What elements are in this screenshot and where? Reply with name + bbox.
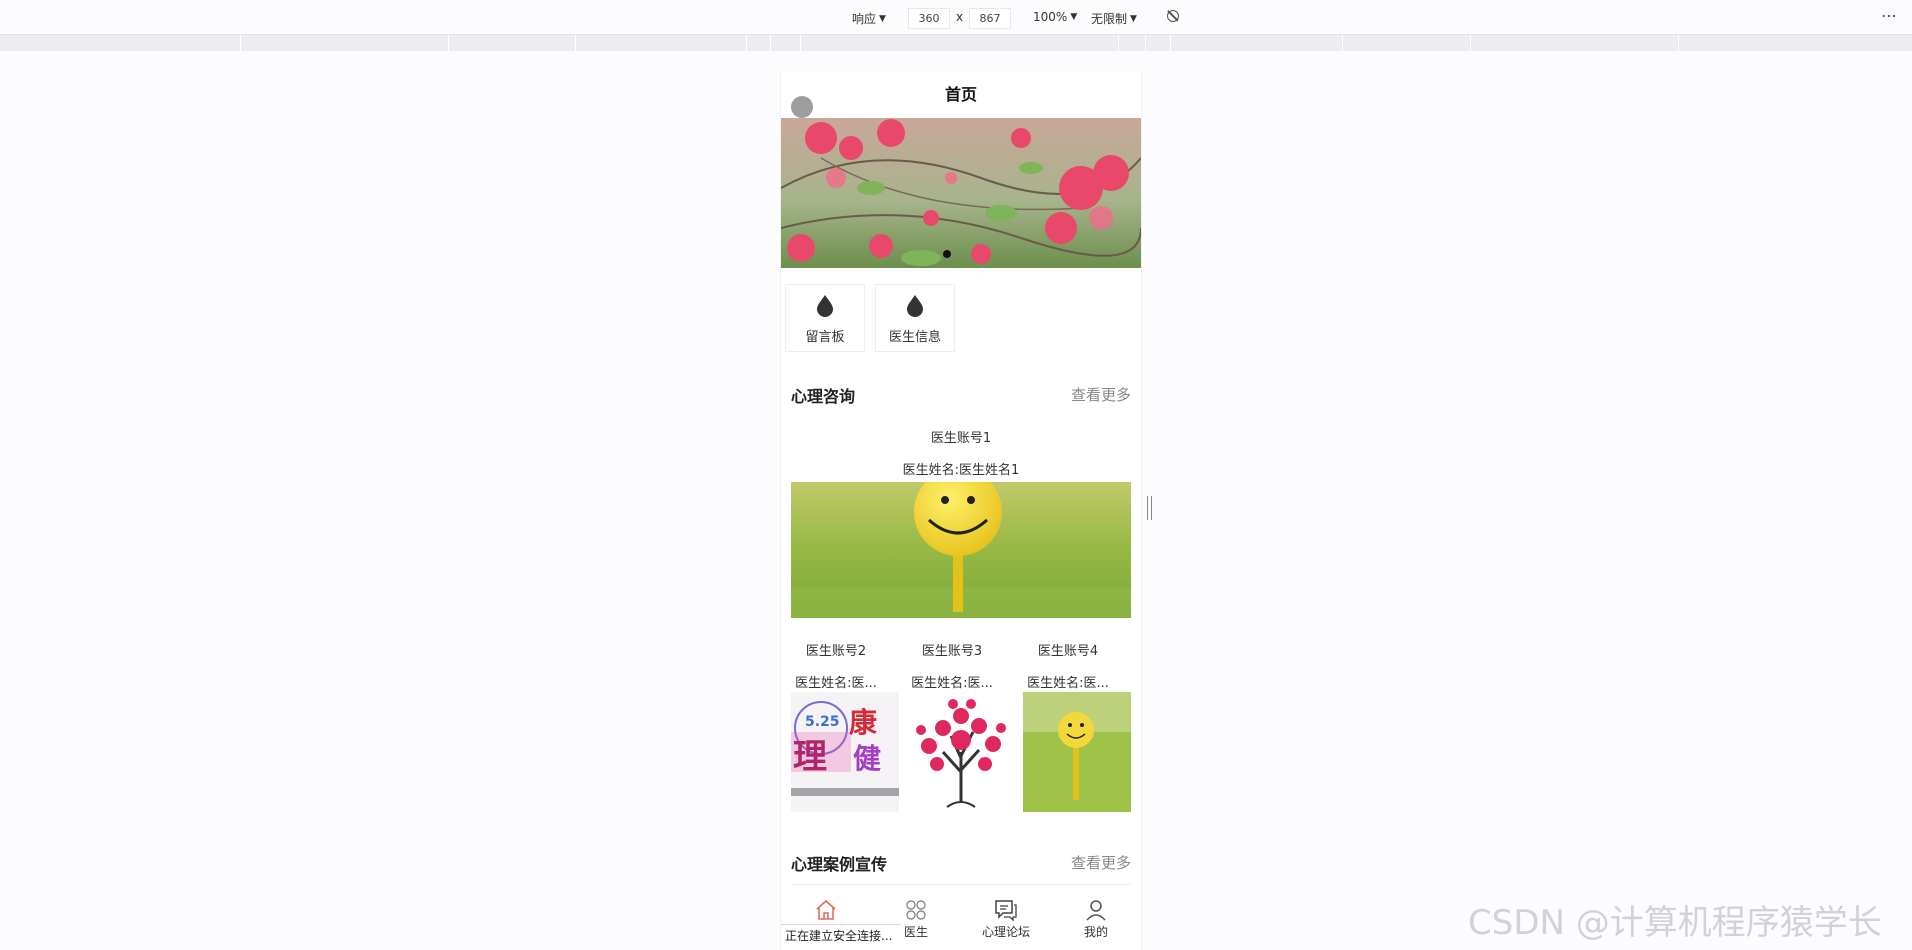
svg-text:健: 健 bbox=[853, 742, 881, 775]
doctor-name[interactable]: 医生姓名:医... bbox=[781, 672, 891, 691]
page-title: 首页 bbox=[944, 85, 977, 104]
tab-label: 心理论坛 bbox=[981, 925, 1030, 939]
section-title: 心理咨询 bbox=[791, 387, 856, 406]
home-icon bbox=[816, 899, 836, 920]
tab-forum[interactable]: 心理论坛 bbox=[961, 890, 1051, 942]
width-input[interactable]: 360 bbox=[908, 8, 950, 29]
svg-text:5.25: 5.25 bbox=[805, 714, 840, 730]
doctor-account[interactable]: 医生账号1 bbox=[781, 427, 1141, 446]
user-icon bbox=[1086, 900, 1106, 921]
menu-item-label: 留言板 bbox=[805, 330, 845, 345]
featured-doctor-image[interactable] bbox=[791, 482, 1131, 618]
device-viewport: 首页 留言板 医生信息 心理咨询 查看更多 医生账号1 医生姓名:医生姓名1 医… bbox=[780, 72, 1142, 950]
view-more-link[interactable]: 查看更多 bbox=[1071, 852, 1131, 873]
carousel-indicator[interactable] bbox=[943, 250, 951, 258]
svg-text:理: 理 bbox=[793, 737, 827, 777]
chevron-down-icon: ▼ bbox=[879, 13, 886, 24]
tab-label: 我的 bbox=[1083, 925, 1108, 939]
height-input[interactable]: 867 bbox=[969, 8, 1011, 29]
section-title: 心理案例宣传 bbox=[791, 855, 888, 874]
svg-text:康: 康 bbox=[849, 706, 878, 739]
more-options-icon[interactable]: ⋯ bbox=[1881, 6, 1898, 25]
throttle-label: 无限制 bbox=[1091, 12, 1128, 26]
doctor-account[interactable]: 医生账号2 bbox=[781, 640, 891, 659]
responsive-dropdown[interactable]: 响应 ▼ bbox=[852, 10, 886, 27]
zoom-label: 100% bbox=[1033, 10, 1068, 24]
heart-tree-image[interactable] bbox=[907, 692, 1015, 812]
drop-icon bbox=[907, 295, 923, 317]
chevron-down-icon: ▼ bbox=[1130, 13, 1137, 24]
smiley-golf-ball-image[interactable] bbox=[1023, 692, 1131, 812]
banner-image[interactable] bbox=[781, 118, 1141, 268]
rotate-icon[interactable] bbox=[1167, 10, 1179, 22]
throttle-dropdown[interactable]: 无限制 ▼ bbox=[1091, 10, 1137, 27]
media-query-ruler bbox=[0, 35, 1912, 51]
chevron-down-icon: ▼ bbox=[1070, 12, 1078, 22]
mental-health-poster-image[interactable]: 5.25 理 康 健 bbox=[791, 692, 899, 812]
responsive-label: 响应 bbox=[852, 12, 877, 26]
device-toolbar: 响应 ▼ 360 x 867 100% ▼ 无限制 ▼ ⋯ bbox=[0, 0, 1912, 35]
drop-icon bbox=[817, 295, 833, 317]
zoom-dropdown[interactable]: 100% ▼ bbox=[1033, 10, 1077, 24]
connection-status-tooltip: 正在建立安全连接... bbox=[781, 924, 901, 946]
doctor-account[interactable]: 医生账号3 bbox=[897, 640, 1007, 659]
cases-section-header: 心理案例宣传 查看更多 bbox=[791, 851, 1131, 875]
doctor-account[interactable]: 医生账号4 bbox=[1013, 640, 1123, 659]
tab-mine[interactable]: 我的 bbox=[1051, 890, 1141, 942]
floating-button[interactable] bbox=[791, 96, 813, 118]
doctor-name[interactable]: 医生姓名:医... bbox=[1013, 672, 1123, 691]
cases-divider bbox=[791, 884, 1131, 885]
consult-section-header: 心理咨询 查看更多 bbox=[791, 383, 1131, 407]
menu-item-doctor-info[interactable]: 医生信息 bbox=[875, 284, 955, 352]
grid-icon bbox=[906, 900, 926, 920]
doctor-name[interactable]: 医生姓名:医... bbox=[897, 672, 1007, 691]
chat-icon bbox=[995, 900, 1017, 922]
viewport-resize-handle[interactable] bbox=[1147, 496, 1152, 520]
watermark: CSDN @计算机程序猿学长 bbox=[1468, 903, 1882, 943]
menu-item-message-board[interactable]: 留言板 bbox=[785, 284, 865, 352]
doctor-name[interactable]: 医生姓名:医生姓名1 bbox=[781, 459, 1141, 478]
times-sign: x bbox=[956, 10, 964, 24]
menu-item-label: 医生信息 bbox=[888, 330, 941, 345]
view-more-link[interactable]: 查看更多 bbox=[1071, 384, 1131, 405]
